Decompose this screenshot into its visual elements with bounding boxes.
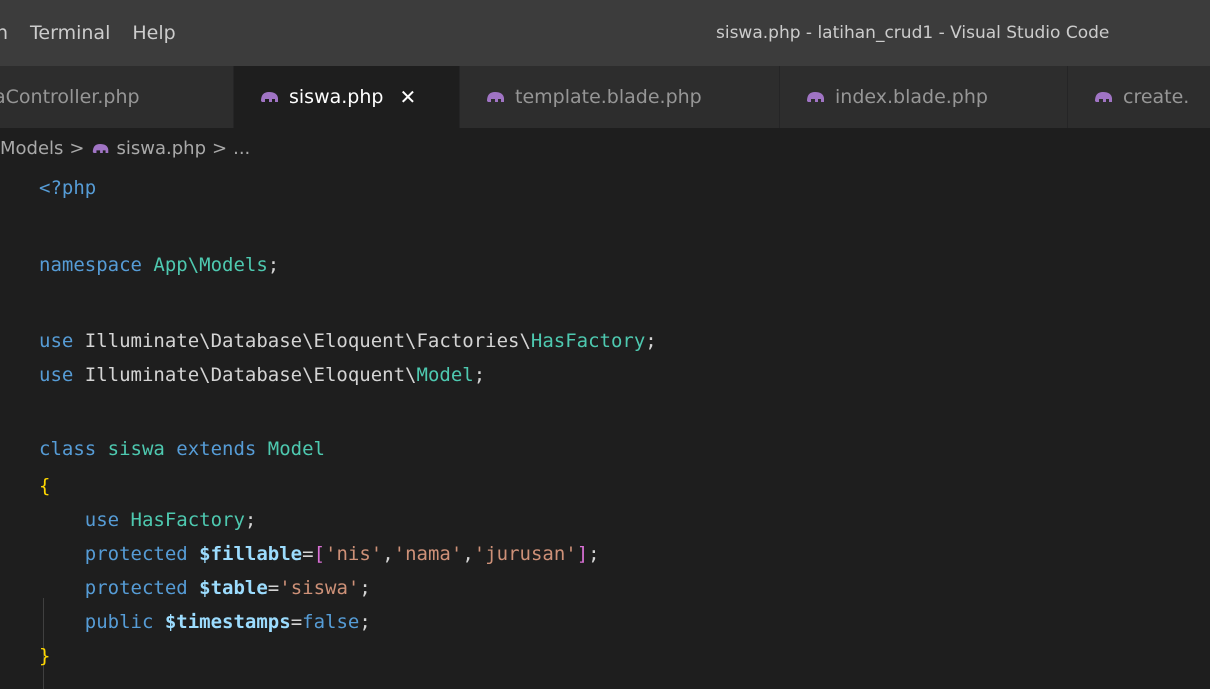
php-elephant-icon	[261, 92, 278, 102]
tab-label: aController.php	[0, 86, 140, 108]
code-line[interactable]: use HasFactory;	[39, 503, 257, 537]
code-token: ;	[359, 577, 371, 599]
code-token: protected	[39, 577, 200, 599]
code-editor[interactable]: <?php namespace App\Models; use Illuminate…	[0, 168, 1210, 689]
code-token: ,	[382, 543, 394, 565]
code-token: extends	[176, 438, 268, 460]
title-bar: n Terminal Help siswa.php - latihan_crud…	[0, 0, 1210, 66]
code-token: 'nis'	[325, 543, 383, 565]
code-line[interactable]: use Illuminate\Database\Eloquent\Factori…	[39, 324, 657, 358]
breadcrumb-file[interactable]: siswa.php	[117, 138, 207, 159]
code-token: ;	[645, 330, 657, 352]
tab-create-blade[interactable]: create.	[1068, 66, 1210, 128]
code-token: 'nama'	[393, 543, 463, 565]
code-line[interactable]: protected $fillable=['nis','nama','jurus…	[39, 537, 600, 571]
code-token: ;	[267, 254, 280, 276]
code-token: ;	[359, 611, 371, 633]
code-token: ;	[588, 543, 600, 565]
code-line[interactable]: class siswa extends Model	[39, 432, 325, 466]
code-token: [	[313, 543, 326, 565]
code-token: $fillable	[199, 543, 303, 565]
tab-label: siswa.php	[289, 86, 384, 108]
code-token: =	[267, 577, 280, 599]
tab-controller[interactable]: aController.php	[0, 66, 234, 128]
code-line[interactable]: protected $table='siswa';	[39, 571, 371, 605]
php-elephant-icon	[807, 92, 824, 102]
tab-label: template.blade.php	[515, 86, 702, 108]
tab-template-blade[interactable]: template.blade.php	[460, 66, 780, 128]
menu-run[interactable]: n	[0, 0, 19, 66]
code-token: ]	[576, 543, 589, 565]
tab-label: create.	[1123, 86, 1190, 108]
php-elephant-icon	[92, 143, 108, 153]
code-token: use	[39, 509, 131, 531]
menu-terminal[interactable]: Terminal	[19, 0, 121, 66]
code-token: ;	[244, 509, 257, 531]
tab-siswa-php[interactable]: siswa.php ✕	[234, 66, 460, 128]
code-token: 'siswa'	[279, 577, 360, 599]
chevron-right-icon: >	[69, 137, 85, 159]
code-token: ;	[473, 364, 486, 386]
code-line[interactable]: namespace App\Models;	[39, 248, 279, 282]
code-token: public	[39, 611, 165, 633]
code-token: Illuminate\Database\Eloquent\Factories\	[84, 330, 531, 352]
breadcrumb: Models > siswa.php > ...	[0, 128, 1210, 168]
code-token: class	[39, 438, 108, 460]
php-elephant-icon	[1095, 92, 1112, 102]
code-token: =	[290, 611, 303, 633]
code-line[interactable]: {	[39, 469, 50, 503]
code-line[interactable]: <?php	[39, 171, 96, 205]
code-token: 'jurusan'	[473, 543, 577, 565]
code-token: use	[39, 364, 85, 386]
code-token: false	[302, 611, 360, 633]
code-token: Model	[267, 438, 325, 460]
code-token: App\Models	[153, 254, 268, 276]
editor-tab-bar: aController.php siswa.php ✕ template.bla…	[0, 66, 1210, 128]
window-title: siswa.php - latihan_crud1 - Visual Studi…	[716, 23, 1110, 43]
tab-index-blade[interactable]: index.blade.php	[780, 66, 1068, 128]
code-token: use	[39, 330, 85, 352]
code-line[interactable]: use Illuminate\Database\Eloquent\Model;	[39, 358, 485, 392]
code-token: Illuminate\Database\Eloquent\	[84, 364, 417, 386]
code-line[interactable]: public $timestamps=false;	[39, 605, 371, 639]
code-line[interactable]: }	[39, 639, 50, 673]
breadcrumb-folder[interactable]: Models	[0, 138, 63, 159]
code-token: siswa	[107, 438, 177, 460]
breadcrumb-symbol[interactable]: ...	[233, 138, 250, 159]
code-token: $table	[199, 577, 268, 599]
code-token: protected	[39, 543, 200, 565]
code-token: }	[39, 645, 51, 667]
close-icon[interactable]: ✕	[399, 85, 416, 109]
tab-label: index.blade.php	[835, 86, 988, 108]
code-token: Model	[416, 364, 474, 386]
code-token: HasFactory	[530, 330, 646, 352]
chevron-right-icon: >	[212, 137, 228, 159]
code-token: {	[39, 475, 51, 497]
code-token: namespace	[39, 254, 154, 276]
code-token: =	[302, 543, 314, 565]
code-token: <?php	[39, 177, 97, 199]
code-token: HasFactory	[130, 509, 245, 531]
code-token: ,	[462, 543, 474, 565]
menu-bar: n Terminal Help	[0, 0, 187, 66]
menu-help[interactable]: Help	[121, 0, 186, 66]
php-elephant-icon	[487, 92, 504, 102]
code-token: $timestamps	[164, 611, 291, 633]
